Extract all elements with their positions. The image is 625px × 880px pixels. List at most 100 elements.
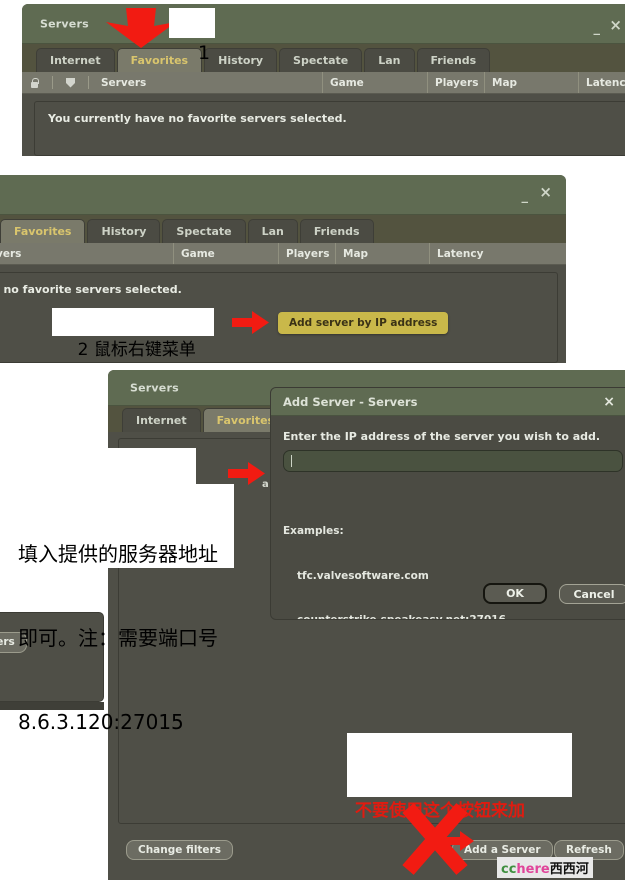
warning-annotation-box: 不要使用这个按钮来加 入服务器，似乎有问题 (347, 733, 572, 821)
column-label: Players (435, 76, 479, 89)
button-label: Change filters (138, 843, 221, 856)
column-label: Game (181, 247, 215, 260)
tab-label: Friends (313, 225, 360, 238)
tab-label: Spectate (293, 54, 349, 67)
tab-strip: Favorites History Spectate Lan Friends (0, 215, 566, 243)
column-label: Map (492, 76, 518, 89)
seam-1 (0, 156, 625, 175)
header-divider (52, 76, 53, 89)
lock-icon (29, 77, 40, 89)
example-item: counterstrike.speakeasy.net:27016 (283, 613, 506, 619)
examples-heading: Examples: (283, 524, 344, 537)
screenshot-root: Servers _ × Internet Favorites History S… (0, 0, 625, 880)
example-item: tfc.valvesoftware.com (297, 569, 429, 582)
warning-red-arrow-icon (443, 831, 474, 851)
seam-2 (0, 363, 625, 366)
window-title: Servers (130, 381, 179, 394)
column-label: Players (286, 247, 330, 260)
step2-annotation-box: 2 鼠标右键菜单 (52, 308, 214, 360)
column-map[interactable]: Map (335, 243, 429, 264)
tab-favorites[interactable]: Favorites (0, 219, 86, 243)
ip-address-input[interactable] (283, 450, 623, 472)
tab-friends[interactable]: Friends (299, 219, 374, 243)
button-label: OK (506, 587, 524, 600)
column-players[interactable]: Players (278, 243, 335, 264)
empty-list-message: rently have no favorite servers selected… (0, 283, 182, 296)
tab-history[interactable]: History (204, 48, 278, 72)
column-latency[interactable]: Latency (578, 72, 625, 93)
annotation-text: 填入提供的服务器地址 (18, 542, 218, 566)
column-latency[interactable]: Latency (429, 243, 566, 264)
examples-block: Examples: tfc.valvesoftware.com counters… (283, 494, 506, 619)
close-icon[interactable]: × (609, 17, 622, 33)
step1-number: 1 (198, 42, 211, 64)
watermark: cchere西西河 (497, 857, 593, 878)
step2-red-arrow-icon (232, 311, 269, 334)
dialog-title: Add Server - Servers (283, 394, 418, 409)
tab-label: Favorites (216, 414, 275, 427)
tab-label: History (218, 54, 264, 67)
button-label: ilters (0, 636, 15, 648)
server-list-area[interactable]: You currently have no favorite servers s… (34, 101, 625, 156)
tab-lan[interactable]: Lan (247, 219, 298, 243)
panel-body: Servers Game Players Map Latency You cur… (22, 72, 625, 156)
watermark-here: here (516, 862, 550, 877)
column-header-row: vers Game Players Map Latency (0, 243, 566, 265)
column-label: Servers (101, 76, 147, 89)
close-icon[interactable]: × (603, 395, 615, 409)
minimize-icon[interactable]: _ (594, 22, 601, 35)
button-label: Refresh (566, 843, 612, 856)
tab-label: Lan (261, 225, 284, 238)
tab-lan[interactable]: Lan (364, 48, 415, 72)
column-label: Map (343, 247, 369, 260)
step2-annotation-text: 2 鼠标右键菜单 (77, 340, 196, 360)
text-caret (291, 455, 292, 467)
tab-strip: Internet Favorites History Spectate Lan … (22, 44, 625, 72)
tab-label: Spectate (176, 225, 232, 238)
context-menu-add-server-by-ip[interactable]: Add server by IP address (278, 312, 449, 334)
tab-label: History (101, 225, 147, 238)
context-menu-label: Add server by IP address (289, 317, 438, 329)
tab-friends[interactable]: Friends (416, 48, 491, 72)
tab-internet[interactable]: Internet (122, 408, 201, 432)
annotation-text: 8.6.3.120:27015 (18, 710, 184, 734)
column-map[interactable]: Map (484, 72, 578, 93)
tab-internet[interactable]: Internet (36, 48, 115, 72)
step3-annotation-rest: 填入提供的服务器地址 即可。注：需要端口号 8.6.3.120:27015 (12, 484, 234, 734)
tab-label: Favorites (14, 225, 72, 238)
column-label: vers (0, 247, 22, 260)
minimize-icon[interactable]: _ (522, 190, 529, 203)
column-game[interactable]: Game (173, 243, 278, 264)
ok-button[interactable]: OK (483, 583, 547, 604)
tab-label: Friends (430, 54, 477, 67)
step3-red-arrow-icon (228, 462, 265, 485)
column-servers[interactable]: vers (0, 243, 173, 264)
close-icon[interactable]: × (539, 185, 552, 200)
window-title: Servers (40, 17, 89, 30)
empty-list-message: You currently have no favorite servers s… (48, 112, 347, 125)
column-game[interactable]: Game (322, 72, 427, 93)
column-label: Latency (586, 76, 625, 89)
button-label: Cancel (573, 587, 615, 601)
annotation-text: 即可。注：需要端口号 (18, 626, 218, 650)
step1-number-box: 1 (169, 8, 215, 64)
tab-history[interactable]: History (87, 219, 161, 243)
column-label: Latency (437, 247, 484, 260)
column-servers[interactable]: Servers (22, 72, 322, 93)
dialog-prompt: Enter the IP address of the server you w… (283, 430, 601, 443)
cancel-button[interactable]: Cancel (559, 584, 625, 604)
title-bar: _ × (0, 175, 566, 215)
dialog-title-bar: Add Server - Servers × (271, 388, 625, 416)
tab-label: Internet (50, 54, 101, 67)
tab-label: Lan (378, 54, 401, 67)
watermark-cc: cc (501, 862, 517, 877)
step3-annotation-line1: 3、点击菜单后出现 (12, 448, 216, 514)
tab-spectate[interactable]: Spectate (279, 48, 363, 72)
shield-icon (65, 77, 76, 89)
column-players[interactable]: Players (427, 72, 484, 93)
watermark-cn: 西西河 (549, 862, 589, 877)
tab-spectate[interactable]: Spectate (162, 219, 246, 243)
tab-label: Internet (136, 414, 187, 427)
change-filters-button[interactable]: Change filters (126, 839, 233, 860)
column-label: Game (330, 76, 364, 89)
